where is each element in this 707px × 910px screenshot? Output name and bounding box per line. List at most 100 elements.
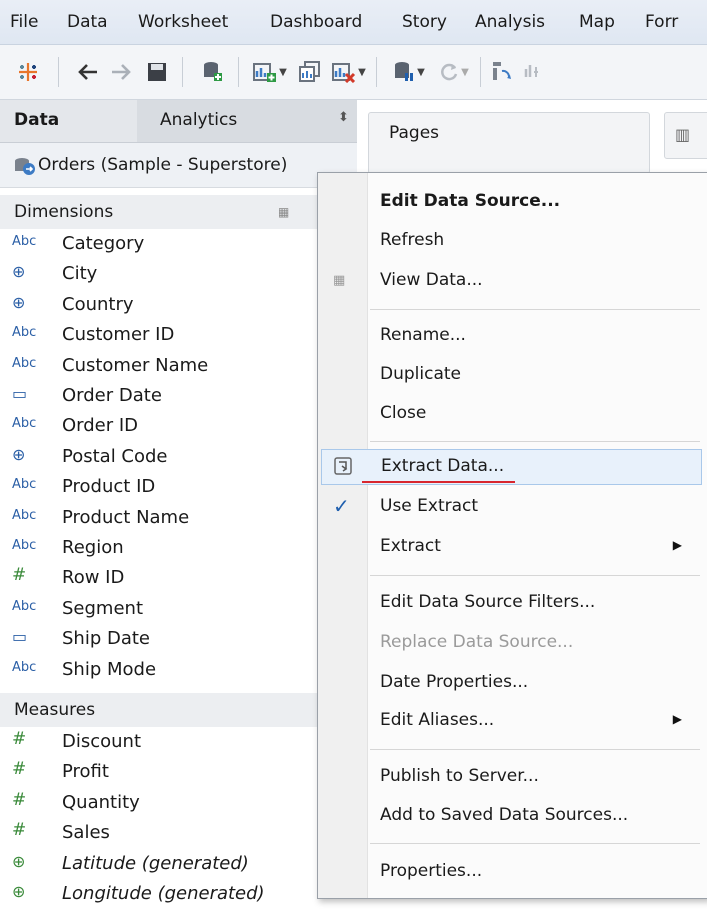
- menu-item-label: Extract: [380, 536, 441, 556]
- field-item[interactable]: # Quantity: [0, 789, 320, 819]
- menu-file[interactable]: File: [10, 12, 38, 32]
- field-name: Category: [62, 233, 145, 254]
- pause-updates-icon[interactable]: ▼: [388, 59, 430, 85]
- field-item[interactable]: ⊕ Postal Code: [0, 443, 320, 473]
- field-name: Customer Name: [62, 354, 209, 376]
- field-name: Ship Mode: [62, 658, 157, 680]
- swap-rows-columns-icon[interactable]: [490, 59, 516, 85]
- field-item[interactable]: Abc Region: [0, 534, 320, 564]
- menu-format[interactable]: Forr: [645, 12, 678, 32]
- geo-type-icon: ⊕: [12, 444, 26, 464]
- menu-item-edit-aliases[interactable]: Edit Aliases... ▶: [318, 703, 706, 739]
- field-name: Product ID: [62, 476, 156, 498]
- refresh-icon[interactable]: ▼: [436, 59, 472, 85]
- menu-item-label: Date Properties...: [380, 672, 529, 692]
- date-type-icon: ▭: [12, 384, 28, 403]
- duplicate-sheet-icon[interactable]: [296, 59, 326, 85]
- field-item[interactable]: Abc Product ID: [0, 473, 320, 503]
- geo-type-icon: ⊕: [12, 882, 26, 901]
- number-type-icon: #: [12, 789, 27, 810]
- field-item[interactable]: Abc Ship Mode: [0, 656, 320, 686]
- menu-item-label: Duplicate: [380, 364, 461, 384]
- menu-item-label: Add to Saved Data Sources...: [380, 805, 629, 825]
- field-item[interactable]: ⊕ City: [0, 260, 320, 290]
- menu-item-label: Refresh: [380, 230, 445, 250]
- field-name: Latitude (generated): [62, 852, 249, 874]
- number-type-icon: #: [12, 820, 27, 841]
- menu-item-extract[interactable]: Extract ▶: [318, 529, 706, 565]
- sort-ascending-icon[interactable]: [520, 59, 546, 85]
- forward-arrow-icon[interactable]: [108, 59, 134, 85]
- field-item[interactable]: Abc Order ID: [0, 412, 320, 442]
- back-arrow-icon[interactable]: [75, 59, 101, 85]
- menu-dashboard[interactable]: Dashboard: [270, 12, 362, 32]
- menu-item-replace-data-source: Replace Data Source...: [318, 625, 706, 661]
- collapse-toggle-icon[interactable]: ⬍: [338, 110, 349, 125]
- field-item[interactable]: # Row ID: [0, 564, 320, 594]
- columns-shelf[interactable]: ▥: [664, 112, 707, 159]
- new-data-source-icon[interactable]: [200, 59, 226, 85]
- string-type-icon: Abc: [12, 598, 37, 614]
- field-item[interactable]: Abc Segment: [0, 595, 320, 625]
- view-data-grid-icon[interactable]: ▦: [278, 205, 289, 219]
- menu-item-label: View Data...: [380, 270, 483, 290]
- toolbar-divider: [480, 57, 481, 87]
- menu-item-add-to-saved-data-sources[interactable]: Add to Saved Data Sources...: [318, 798, 706, 834]
- field-item[interactable]: Abc Product Name: [0, 504, 320, 534]
- view-data-grid-icon: ▦: [333, 273, 346, 288]
- menu-item-label: Edit Data Source...: [380, 191, 561, 211]
- menu-item-edit-data-source[interactable]: Edit Data Source...: [318, 184, 706, 220]
- tab-data[interactable]: Data: [14, 110, 59, 130]
- field-name: Country: [62, 293, 134, 315]
- menu-item-publish-to-server[interactable]: Publish to Server...: [318, 759, 706, 795]
- menu-item-rename[interactable]: Rename...: [318, 318, 706, 354]
- field-item[interactable]: ▭ Ship Date: [0, 625, 320, 655]
- menu-map[interactable]: Map: [579, 12, 615, 32]
- menu-item-close[interactable]: Close: [318, 396, 706, 432]
- clear-sheet-icon[interactable]: ▼: [329, 59, 369, 85]
- field-item[interactable]: ⊕ Latitude (generated): [0, 850, 320, 880]
- new-worksheet-icon[interactable]: ▼: [248, 59, 292, 85]
- menu-item-edit-data-source-filters[interactable]: Edit Data Source Filters...: [318, 585, 706, 621]
- field-name: Quantity: [62, 791, 140, 813]
- tab-analytics[interactable]: Analytics: [160, 110, 237, 130]
- dimensions-header: Dimensions ▦: [0, 195, 357, 229]
- menu-item-properties[interactable]: Properties...: [318, 854, 706, 890]
- menu-item-use-extract[interactable]: ✓ Use Extract: [318, 489, 706, 525]
- tableau-logo-icon[interactable]: [14, 59, 42, 85]
- field-item[interactable]: Abc Customer ID: [0, 321, 320, 351]
- menu-worksheet[interactable]: Worksheet: [138, 12, 228, 32]
- field-item[interactable]: ⊕ Country: [0, 291, 320, 321]
- data-source-extract-icon: [14, 157, 36, 175]
- data-pane-tabs: Data Analytics ⬍: [0, 100, 357, 143]
- string-type-icon: Abc: [12, 477, 37, 493]
- geo-type-icon: ⊕: [12, 262, 26, 282]
- data-source-context-menu: Edit Data Source... Refresh ▦ View Data.…: [317, 172, 707, 899]
- data-source-item[interactable]: Orders (Sample - Superstore): [0, 143, 357, 188]
- pages-shelf[interactable]: Pages: [368, 112, 650, 174]
- field-name: Sales: [62, 822, 110, 844]
- menu-item-duplicate[interactable]: Duplicate: [318, 357, 706, 393]
- menu-item-refresh[interactable]: Refresh: [318, 223, 706, 259]
- field-name: Order ID: [62, 415, 139, 437]
- field-item[interactable]: # Profit: [0, 758, 320, 788]
- menu-analysis[interactable]: Analysis: [475, 12, 545, 32]
- field-name: Region: [62, 537, 124, 558]
- field-name: Segment: [62, 597, 143, 619]
- field-item[interactable]: # Discount: [0, 728, 320, 758]
- field-item[interactable]: ▭ Order Date: [0, 382, 320, 412]
- menu-item-date-properties[interactable]: Date Properties...: [318, 665, 706, 701]
- menu-story[interactable]: Story: [402, 12, 447, 32]
- field-item[interactable]: Abc Customer Name: [0, 352, 320, 382]
- field-item[interactable]: ⊕ Longitude (generated): [0, 880, 320, 910]
- field-item[interactable]: Abc Category: [0, 230, 320, 260]
- field-name: Discount: [62, 731, 142, 752]
- save-icon[interactable]: [144, 59, 170, 85]
- checkmark-icon: ✓: [333, 494, 350, 518]
- string-type-icon: Abc: [12, 416, 37, 432]
- menu-data[interactable]: Data: [67, 12, 108, 32]
- menu-item-view-data[interactable]: ▦ View Data...: [318, 263, 706, 299]
- menu-item-extract-data[interactable]: Extract Data...: [321, 449, 702, 485]
- field-name: Ship Date: [62, 628, 151, 650]
- field-item[interactable]: # Sales: [0, 819, 320, 849]
